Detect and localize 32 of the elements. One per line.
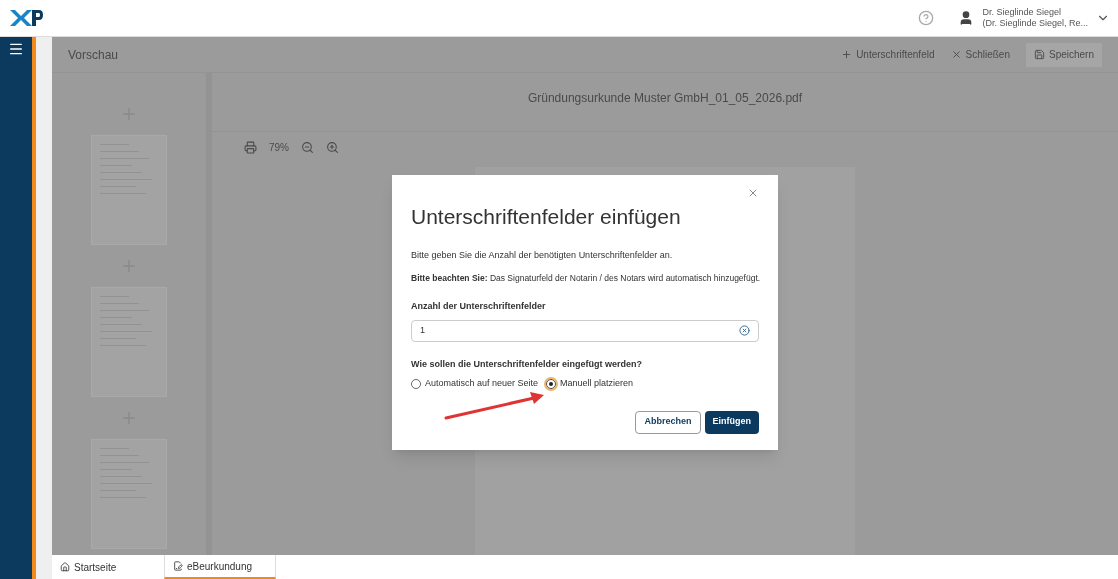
bottom-tab[interactable]: eBeurkundung: [164, 555, 276, 579]
bottom-tab[interactable]: Startseite: [52, 555, 164, 579]
radio-button[interactable]: [546, 378, 557, 389]
save-button[interactable]: Speichern: [1025, 42, 1102, 67]
document-title: Gründungsurkunde Muster GmbH_01_05_2026.pdf: [527, 90, 803, 107]
clear-icon[interactable]: [739, 325, 750, 336]
dialog-intro: Bitte geben Sie die Anzahl der benötigten Unterschriftenfelder an.: [411, 248, 674, 262]
radio-option[interactable]: Manuell platzieren: [546, 377, 634, 391]
number-field[interactable]: 1: [411, 319, 759, 342]
document-icon: [173, 561, 183, 571]
dialog-note: Bitte beachten Sie: Das Signaturfeld der Notarin / des Notars wird automatisch hinzugefügt.: [411, 272, 759, 284]
user-name: Dr. Sieglinde Siegel: [982, 7, 1062, 18]
field-label: Anzahl der Unterschriftenfelder: [411, 300, 547, 313]
logo-icon[interactable]: [8, 8, 44, 28]
printer-icon[interactable]: [244, 141, 257, 154]
help-icon[interactable]: [918, 10, 935, 26]
zoom-in-icon[interactable]: [326, 141, 339, 154]
question-label: Wie sollen die Unterschriftenfelder eingefügt werden?: [411, 357, 643, 371]
number-input[interactable]: 1: [420, 323, 739, 338]
cancel-button[interactable]: Abbrechen: [635, 410, 701, 434]
insert-button[interactable]: Einfügen: [704, 410, 759, 434]
plus-icon: [841, 49, 853, 60]
close-button[interactable]: [747, 187, 759, 199]
save-icon: [1033, 49, 1045, 60]
zoom-out-icon[interactable]: [301, 141, 314, 154]
radio-option[interactable]: Automatisch auf neuer Seite: [411, 377, 539, 391]
user-detail: (Dr. Sieglinde Siegel, Re...: [982, 18, 1088, 29]
home-icon: [60, 562, 70, 572]
panel-title: Vorschau: [68, 46, 119, 64]
menu-icon[interactable]: [8, 41, 24, 57]
close-icon: [950, 49, 962, 60]
dialog-title: Unterschriftenfelder einfügen: [411, 204, 682, 230]
